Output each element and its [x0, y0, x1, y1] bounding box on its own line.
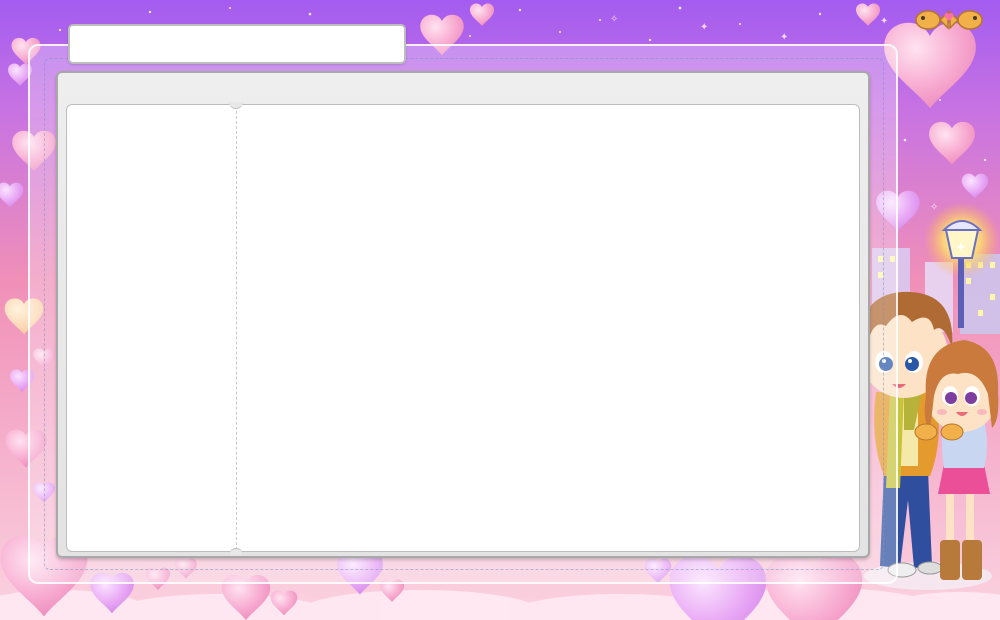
- title-input-box[interactable]: [68, 24, 406, 64]
- svg-text:✦: ✦: [780, 32, 788, 43]
- svg-text:✧: ✧: [610, 14, 618, 25]
- svg-text:✦: ✦: [700, 22, 708, 33]
- svg-text:✦: ✦: [955, 240, 967, 256]
- svg-text:✦: ✦: [880, 16, 888, 27]
- left-page[interactable]: [68, 108, 234, 548]
- spine-notch-bottom: [229, 548, 243, 555]
- scrapbook-canvas: ✦ ✦ ✧ ✦ ✧ ✦: [0, 0, 1000, 620]
- book-spine-divider: [236, 106, 237, 550]
- right-page[interactable]: [240, 108, 856, 548]
